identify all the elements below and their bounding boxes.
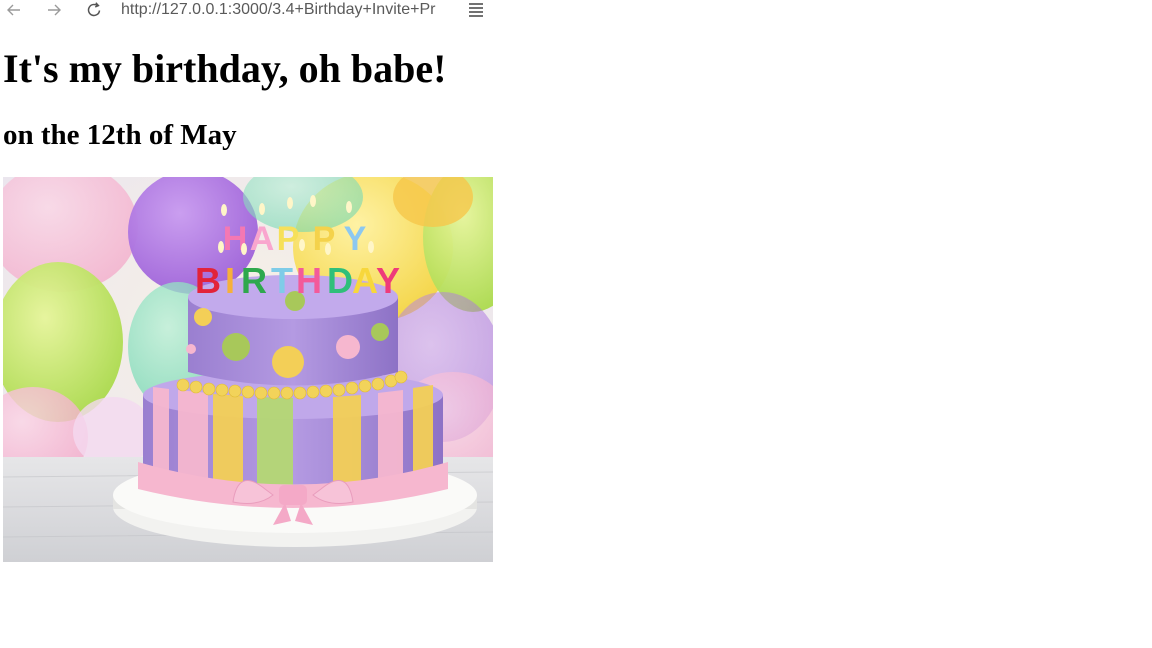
reload-icon[interactable] [84,0,104,20]
arrow-right-icon[interactable] [44,0,64,20]
svg-text:P: P [277,220,300,258]
page-heading: It's my birthday, oh babe! [3,46,447,91]
reader-menu-icon[interactable] [466,0,486,20]
svg-text:I: I [225,260,235,301]
page-subheading: on the 12th of May [3,119,237,151]
svg-text:R: R [241,260,267,301]
svg-text:Y: Y [344,220,367,258]
arrow-left-icon[interactable] [4,0,24,20]
svg-text:P: P [313,220,336,258]
address-bar[interactable]: http://127.0.0.1:3000/3.4+Birthday+Invit… [121,0,453,20]
svg-text:T: T [271,260,293,301]
svg-text:D: D [327,260,353,301]
svg-text:A: A [250,220,275,258]
svg-text:Y: Y [376,260,400,301]
browser-toolbar: http://127.0.0.1:3000/3.4+Birthday+Invit… [0,0,1152,22]
svg-text:H: H [296,260,322,301]
svg-text:A: A [352,260,378,301]
svg-text:B: B [195,260,221,301]
birthday-cake-photo: H A P P Y B I R T H D A Y [3,177,493,562]
